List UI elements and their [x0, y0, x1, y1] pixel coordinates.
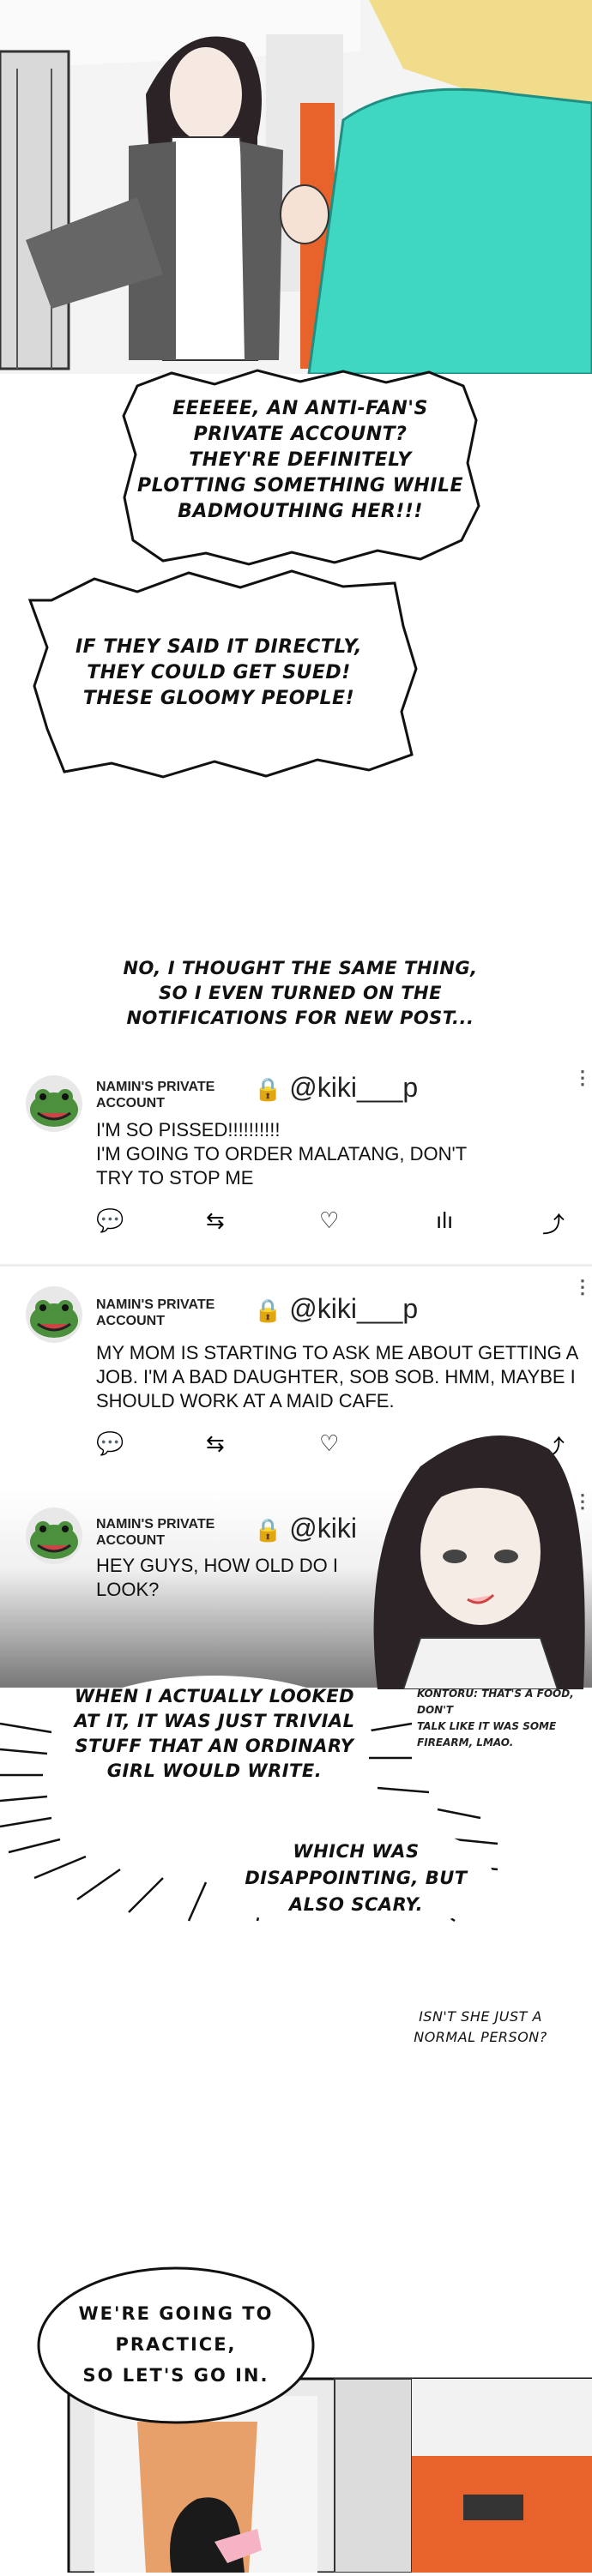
caption-line: NO, I THOUGHT THE SAME THING,: [123, 958, 478, 978]
bubble2-line: IF THEY SAID IT DIRECTLY,: [75, 636, 363, 658]
bubble1-line: EEEEEE, AN ANTI-FAN'S: [172, 398, 428, 419]
account-handle[interactable]: 🔒 @kiki___p: [254, 1072, 418, 1104]
note-line: TALK LIKE IT WAS SOME: [417, 1720, 557, 1732]
account-name-line: ACCOUNT: [96, 1096, 165, 1110]
post-body: MY MOM IS STARTING TO ASK ME ABOUT GETTI…: [96, 1341, 578, 1413]
like-icon[interactable]: ♡: [319, 1207, 339, 1234]
bubble4-line: WHICH WAS: [293, 1841, 420, 1862]
reply-icon[interactable]: 💬: [96, 1430, 124, 1457]
lock-icon: 🔒: [254, 1297, 282, 1323]
caption-line: SO I EVEN TURNED ON THE: [159, 983, 442, 1003]
speech-bubble-1: EEEEEE, AN ANTI-FAN'S PRIVATE ACCOUNT? T…: [120, 369, 480, 566]
lock-icon: 🔒: [254, 1517, 282, 1543]
stats-icon[interactable]: ılı: [436, 1207, 453, 1234]
account-name-line: NAMIN'S PRIVATE: [96, 1517, 215, 1532]
frog-icon: [26, 1286, 82, 1343]
post-body: I'M SO PISSED!!!!!!!!!! I'M GOING TO ORD…: [96, 1118, 467, 1190]
caption-line: NOTIFICATIONS FOR NEW POST...: [126, 1008, 474, 1028]
post-actions: 💬 ⇆ ♡ ılı ⤴: [0, 1207, 592, 1242]
post-line: JOB. I'M A BAD DAUGHTER, SOB SOB. HMM, M…: [96, 1366, 576, 1387]
bubble5-line: WE'RE GOING TO: [78, 2303, 274, 2324]
note-line: FIREARM, LMAO.: [417, 1736, 514, 1748]
bubble1-line: PRIVATE ACCOUNT?: [193, 424, 408, 445]
account-name-line: NAMIN'S PRIVATE: [96, 1297, 215, 1312]
like-icon[interactable]: ♡: [319, 1430, 339, 1457]
post-line: LOOK?: [96, 1579, 160, 1600]
account-name-line: ACCOUNT: [96, 1533, 165, 1548]
frog-icon: [26, 1508, 82, 1564]
translator-note: KONTORU: THAT'S A FOOD, DON'T TALK LIKE …: [417, 1686, 589, 1751]
aside-line: ISN'T SHE JUST A: [419, 2008, 542, 2025]
bubble1-line: BADMOUTHING HER!!!: [178, 501, 423, 522]
bubble3-line: AT IT, IT WAS JUST TRIVIAL: [74, 1711, 355, 1731]
retweet-icon[interactable]: ⇆: [206, 1430, 225, 1457]
speech-bubble-5: WE'RE GOING TO PRACTICE, SO LET'S GO IN.: [34, 2264, 317, 2427]
retweet-icon[interactable]: ⇆: [206, 1207, 225, 1234]
post-line: I'M GOING TO ORDER MALATANG, DON'T: [96, 1143, 468, 1165]
handle-text: @kiki___p: [289, 1072, 419, 1103]
note-line: KONTORU: THAT'S A FOOD, DON'T: [417, 1688, 574, 1716]
reply-icon[interactable]: 💬: [96, 1207, 124, 1234]
frog-avatar[interactable]: [26, 1286, 82, 1343]
post-card[interactable]: NAMIN'S PRIVATE ACCOUNT 🔒 @kiki___p ⋮ I'…: [0, 1067, 592, 1250]
aside-text: ISN'T SHE JUST A NORMAL PERSON?: [378, 2007, 583, 2048]
speech-bubble-2: IF THEY SAID IT DIRECTLY, THEY COULD GET…: [26, 566, 420, 780]
account-name: NAMIN'S PRIVATE ACCOUNT: [96, 1516, 214, 1549]
frog-icon: [26, 1075, 82, 1132]
account-name-line: ACCOUNT: [96, 1314, 165, 1328]
dark-haired-girl: [373, 1435, 585, 1690]
post-line: SHOULD WORK AT A MAID CAFE.: [96, 1390, 395, 1411]
bubble3-line: WHEN I ACTUALLY LOOKED: [74, 1686, 355, 1706]
frog-avatar[interactable]: [26, 1508, 82, 1564]
bubble5-line: PRACTICE,: [115, 2334, 237, 2355]
bubble4-line: ALSO SCARY.: [288, 1894, 424, 1915]
lock-icon: 🔒: [254, 1076, 282, 1102]
post-line: I'M SO PISSED!!!!!!!!!!: [96, 1119, 281, 1141]
bubble1-line: PLOTTING SOMETHING WHILE: [136, 475, 463, 497]
bubble5-line: SO LET'S GO IN.: [82, 2365, 269, 2386]
speech-bubble-4: WHICH WAS DISAPPOINTING, BUT ALSO SCARY.: [214, 1818, 498, 1938]
share-icon[interactable]: ⤴: [542, 1207, 565, 1239]
account-handle[interactable]: 🔒 @kiki___p: [254, 1293, 418, 1325]
account-name: NAMIN'S PRIVATE ACCOUNT: [96, 1079, 214, 1111]
post-line: TRY TO STOP ME: [96, 1167, 254, 1189]
bubble3-line: GIRL WOULD WRITE.: [106, 1760, 323, 1781]
account-name: NAMIN'S PRIVATE ACCOUNT: [96, 1297, 214, 1329]
divider: [0, 1264, 592, 1267]
bubble3-line: STUFF THAT AN ORDINARY: [75, 1736, 354, 1756]
top-illustration-panel: [0, 0, 592, 374]
frog-avatar[interactable]: [26, 1075, 82, 1132]
more-options-icon[interactable]: ⋮: [573, 1067, 592, 1089]
speech-bubble-3: WHEN I ACTUALLY LOOKED AT IT, IT WAS JUS…: [51, 1672, 378, 1809]
top-illustration: [0, 0, 592, 374]
post-body: HEY GUYS, HOW OLD DO I LOOK?: [96, 1554, 338, 1602]
narration-caption: NO, I THOUGHT THE SAME THING, SO I EVEN …: [77, 956, 523, 1031]
more-options-icon[interactable]: ⋮: [573, 1276, 592, 1298]
account-name-line: NAMIN'S PRIVATE: [96, 1080, 215, 1094]
bubble2-line: THESE GLOOMY PEOPLE!: [82, 688, 355, 709]
handle-text: @kiki___p: [289, 1293, 419, 1324]
character-illustration: [343, 1415, 592, 1690]
account-handle[interactable]: 🔒 @kiki: [254, 1513, 357, 1544]
post-line: MY MOM IS STARTING TO ASK ME ABOUT GETTI…: [96, 1342, 579, 1363]
bubble4-line: DISAPPOINTING, BUT: [245, 1868, 468, 1888]
bubble2-line: THEY COULD GET SUED!: [87, 662, 351, 683]
aside-line: NORMAL PERSON?: [414, 2029, 547, 2045]
post-line: HEY GUYS, HOW OLD DO I: [96, 1555, 338, 1576]
bubble1-line: THEY'RE DEFINITELY: [189, 449, 412, 471]
